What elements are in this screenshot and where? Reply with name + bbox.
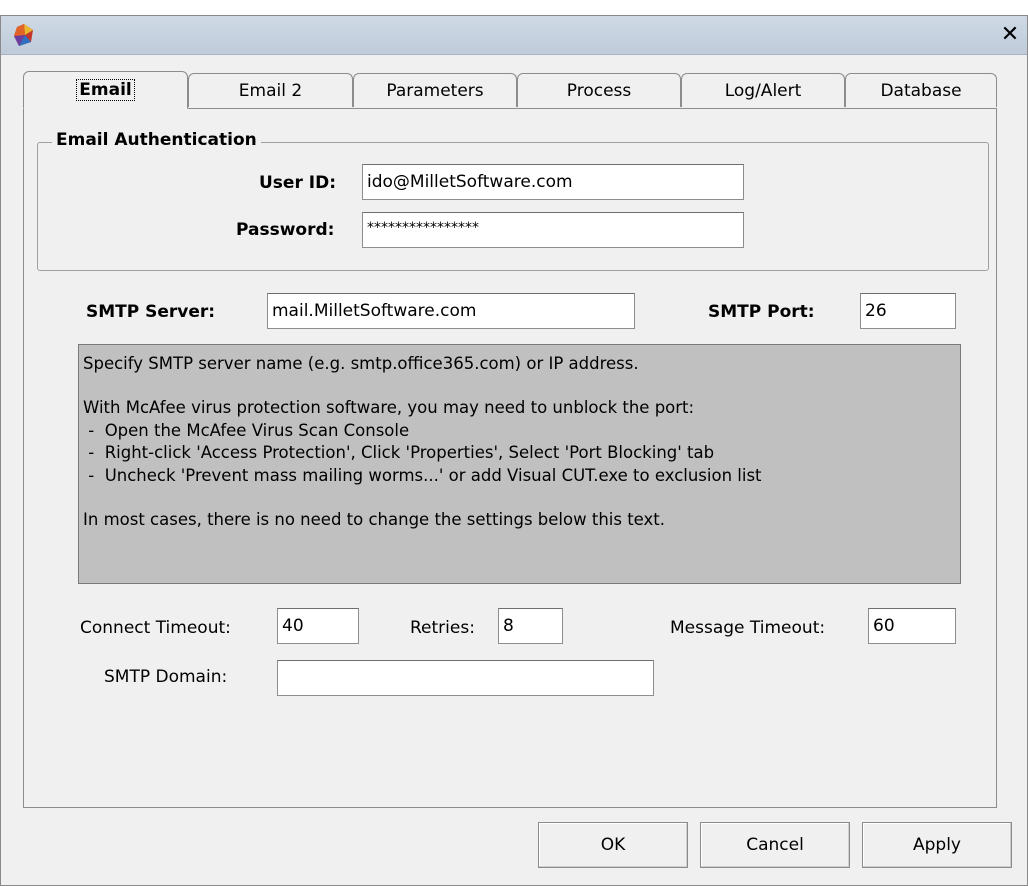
tab-parameters[interactable]: Parameters: [353, 73, 517, 107]
app-icon: [14, 24, 33, 46]
tab-log-alert[interactable]: Log/Alert: [681, 73, 845, 107]
info-line: - Open the McAfee Virus Scan Console: [83, 420, 410, 440]
tab-process-label: Process: [566, 81, 632, 101]
ok-button[interactable]: OK: [538, 822, 688, 868]
smtp-server-label: SMTP Server:: [86, 302, 216, 322]
email-authentication-legend: Email Authentication: [52, 130, 261, 150]
info-line: - Right-click 'Access Protection', Click…: [83, 443, 715, 463]
smtp-server-input[interactable]: mail.MilletSoftware.com: [267, 293, 635, 329]
smtp-info-box: Specify SMTP server name (e.g. smtp.offi…: [78, 344, 961, 584]
tab-database[interactable]: Database: [845, 73, 997, 107]
email-authentication-group: [37, 142, 989, 271]
tab-database-label: Database: [880, 81, 962, 101]
message-timeout-input[interactable]: 60: [868, 608, 956, 644]
close-icon[interactable]: ✕: [997, 22, 1023, 48]
smtp-port-label: SMTP Port:: [708, 302, 815, 322]
connect-timeout-label: Connect Timeout:: [80, 618, 231, 638]
info-line: [83, 487, 956, 509]
apply-button[interactable]: Apply: [862, 822, 1012, 868]
top-strip: [0, 0, 1028, 15]
retries-label: Retries:: [410, 618, 475, 638]
password-input[interactable]: ****************: [362, 212, 744, 248]
tab-email[interactable]: Email: [23, 71, 188, 109]
cancel-button[interactable]: Cancel: [700, 822, 850, 868]
info-line: In most cases, there is no need to chang…: [83, 510, 666, 530]
smtp-domain-input[interactable]: [277, 660, 654, 696]
tab-log-alert-label: Log/Alert: [724, 81, 802, 101]
user-id-label: User ID:: [259, 173, 336, 193]
title-bar: ✕: [1, 16, 1027, 55]
user-id-input[interactable]: ido@MilletSoftware.com: [362, 164, 744, 200]
tab-email-label: Email: [76, 79, 135, 101]
tab-email-2-label: Email 2: [238, 81, 303, 101]
info-line: With McAfee virus protection software, y…: [83, 398, 695, 418]
retries-input[interactable]: 8: [498, 608, 563, 644]
info-line: [83, 375, 956, 397]
tab-process[interactable]: Process: [517, 73, 681, 107]
smtp-domain-label: SMTP Domain:: [104, 667, 228, 687]
connect-timeout-input[interactable]: 40: [277, 608, 359, 644]
info-line: - Uncheck 'Prevent mass mailing worms...…: [83, 465, 762, 485]
smtp-port-input[interactable]: 26: [860, 293, 956, 329]
tab-parameters-label: Parameters: [386, 81, 484, 101]
password-label: Password:: [236, 220, 335, 240]
message-timeout-label: Message Timeout:: [670, 618, 826, 638]
tab-email-2[interactable]: Email 2: [188, 73, 353, 107]
info-line: Specify SMTP server name (e.g. smtp.offi…: [83, 354, 639, 373]
